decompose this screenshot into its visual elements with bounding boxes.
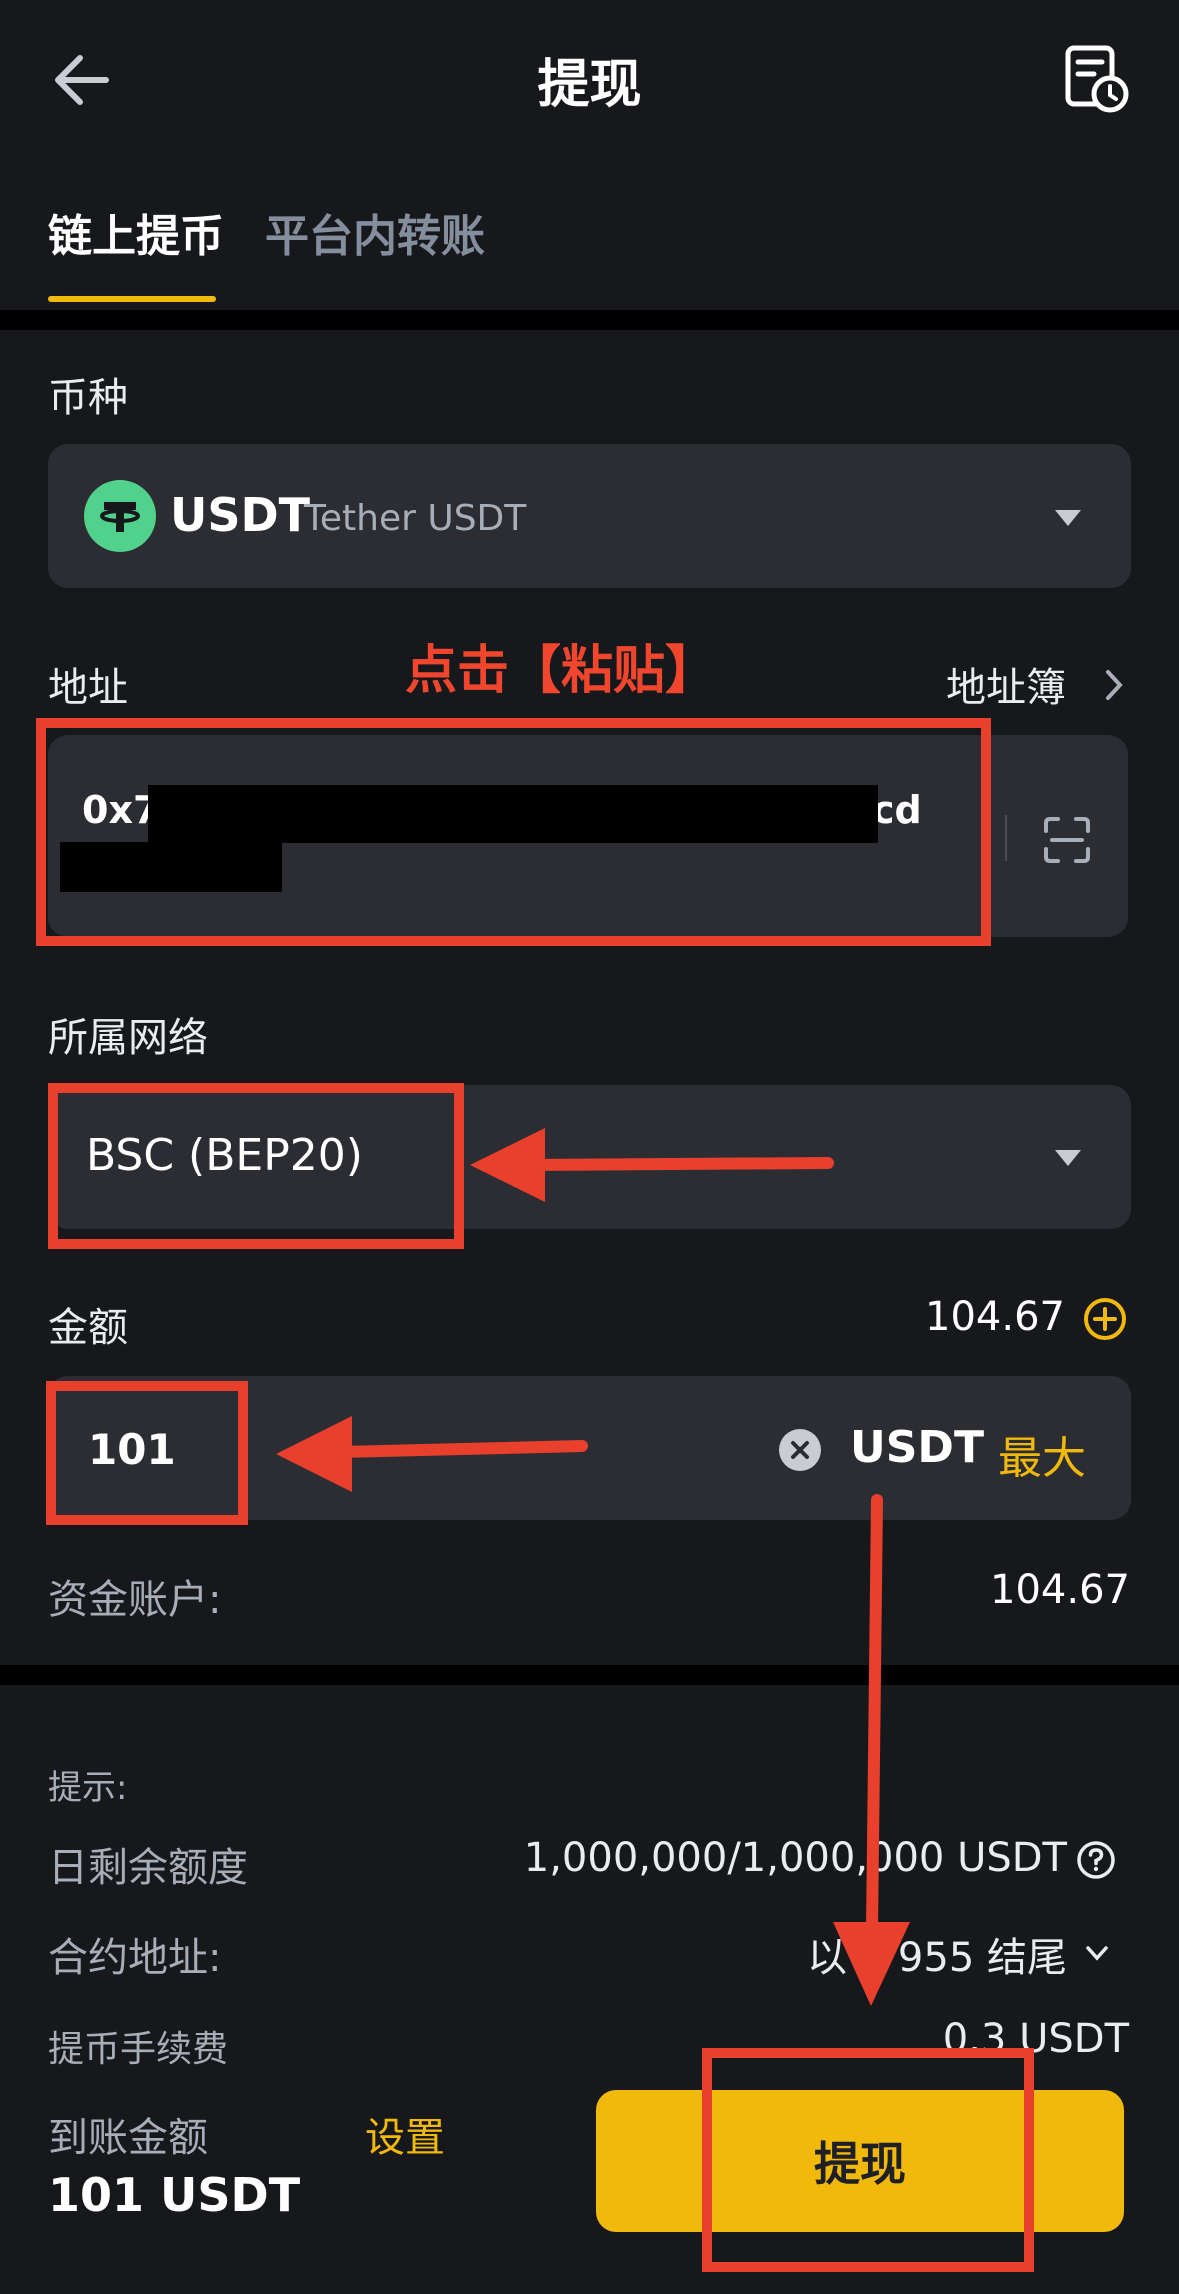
page-title: 提现 (537, 55, 642, 115)
caret-down-icon (1055, 1150, 1081, 1166)
plus-circle-icon[interactable] (1082, 1296, 1128, 1342)
receive-amount-value: 101 USDT (48, 2168, 301, 2222)
quota-value: 1,000,000/1,000,000 USDT (523, 1835, 1067, 1881)
tips-heading: 提示: (48, 1768, 128, 1808)
amount-unit: USDT (850, 1422, 984, 1473)
clear-icon[interactable] (778, 1428, 822, 1472)
annotation-box-address (36, 718, 991, 946)
settings-link[interactable]: 设置 (365, 2105, 445, 2163)
chevron-right-icon (1106, 670, 1123, 700)
amount-balance: 104.67 (925, 1294, 1065, 1340)
coin-label: 币种 (48, 375, 128, 421)
annotation-box-network (48, 1083, 464, 1249)
receive-amount-label: 到账金额 (48, 2115, 208, 2161)
coin-name: Tether USDT (304, 498, 527, 539)
annotation-box-submit (702, 2048, 1034, 2272)
tab-onchain-withdraw[interactable]: 链上提币 (48, 200, 224, 264)
tab-internal-transfer[interactable]: 平台内转账 (265, 200, 485, 264)
contract-label: 合约地址: (48, 1935, 222, 1981)
scan-icon[interactable] (1042, 815, 1092, 865)
tether-icon (84, 480, 156, 552)
chevron-down-icon[interactable] (1080, 1936, 1114, 1970)
contract-value[interactable]: 以 1 955 结尾 (807, 1925, 1067, 1983)
address-book-link[interactable]: 地址簿 (946, 655, 1066, 713)
funding-account-value: 104.67 (990, 1567, 1130, 1613)
active-tab-indicator (48, 296, 216, 302)
amount-label: 金额 (48, 1305, 128, 1351)
network-label: 所属网络 (48, 1015, 208, 1061)
history-record-icon[interactable] (1062, 44, 1132, 114)
divider (1005, 815, 1007, 861)
paste-annotation: 点击【粘贴】 (405, 641, 718, 701)
quota-label: 日剩余额度 (48, 1845, 248, 1891)
help-circle-icon[interactable] (1076, 1840, 1116, 1880)
coin-symbol: USDT (170, 488, 311, 542)
annotation-box-amount (46, 1381, 248, 1525)
address-label: 地址 (48, 665, 128, 711)
max-button[interactable]: 最大 (998, 1422, 1086, 1486)
funding-account-label: 资金账户: (48, 1577, 222, 1623)
caret-down-icon (1055, 510, 1081, 526)
